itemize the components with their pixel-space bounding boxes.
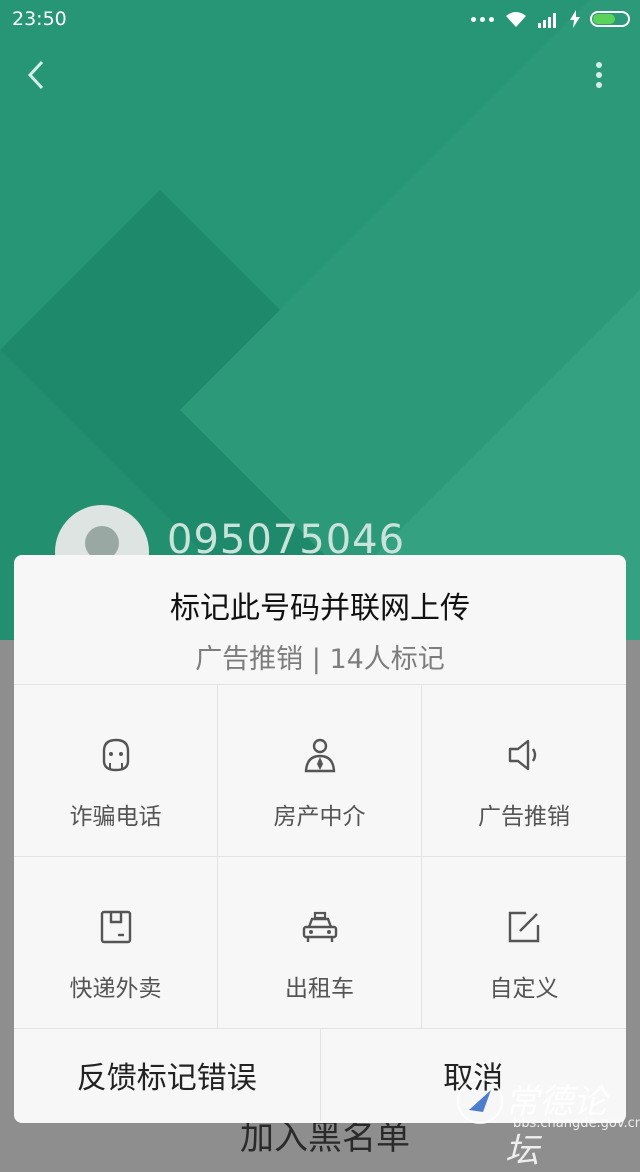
option-label: 出租车 [285, 976, 354, 1002]
option-label: 房产中介 [273, 804, 366, 830]
option-fraud-call[interactable]: 诈骗电话 [14, 685, 218, 857]
option-taxi[interactable]: 出租车 [218, 857, 422, 1029]
mark-options-grid: 诈骗电话 房产中介 广告推销 快递外卖 出租车 自定义 [14, 685, 626, 1029]
dialog-subtitle: 广告推销 | 14人标记 [195, 644, 445, 675]
wifi-icon [506, 12, 526, 27]
edit-icon [508, 911, 540, 943]
fraud-mask-icon [102, 738, 130, 772]
package-icon [100, 910, 132, 944]
option-delivery[interactable]: 快递外卖 [14, 857, 218, 1029]
status-bar: 23:50 [0, 0, 640, 38]
watermark-url: bbs.changde.gov.cn [513, 1116, 640, 1131]
option-custom[interactable]: 自定义 [422, 857, 626, 1029]
dialog-header: 标记此号码并联网上传 广告推销 | 14人标记 [14, 555, 626, 685]
battery-icon [590, 11, 630, 27]
mark-number-dialog: 标记此号码并联网上传 广告推销 | 14人标记 诈骗电话 房产中介 广告推销 快… [14, 555, 626, 1123]
dialog-title: 标记此号码并联网上传 [170, 591, 470, 626]
megaphone-icon [508, 739, 537, 771]
charging-icon [570, 10, 580, 28]
option-label: 诈骗电话 [69, 804, 162, 830]
forum-watermark: 常德论坛 bbs.changde.gov.cn [455, 1070, 640, 1171]
taxi-icon [302, 911, 338, 942]
option-label: 自定义 [489, 976, 559, 1002]
option-label: 广告推销 [478, 804, 570, 830]
more-options-icon[interactable] [586, 60, 612, 90]
option-label: 快递外卖 [69, 976, 162, 1002]
option-advertising[interactable]: 广告推销 [422, 685, 626, 857]
back-arrow-icon[interactable] [22, 58, 52, 92]
forum-logo-icon [457, 1078, 503, 1124]
more-notifications-icon [471, 16, 494, 22]
feedback-mark-error-button[interactable]: 反馈标记错误 [14, 1029, 321, 1121]
agent-person-icon [304, 738, 336, 773]
signal-icon [538, 13, 556, 28]
status-time: 23:50 [12, 8, 67, 30]
option-real-estate-agent[interactable]: 房产中介 [218, 685, 422, 857]
